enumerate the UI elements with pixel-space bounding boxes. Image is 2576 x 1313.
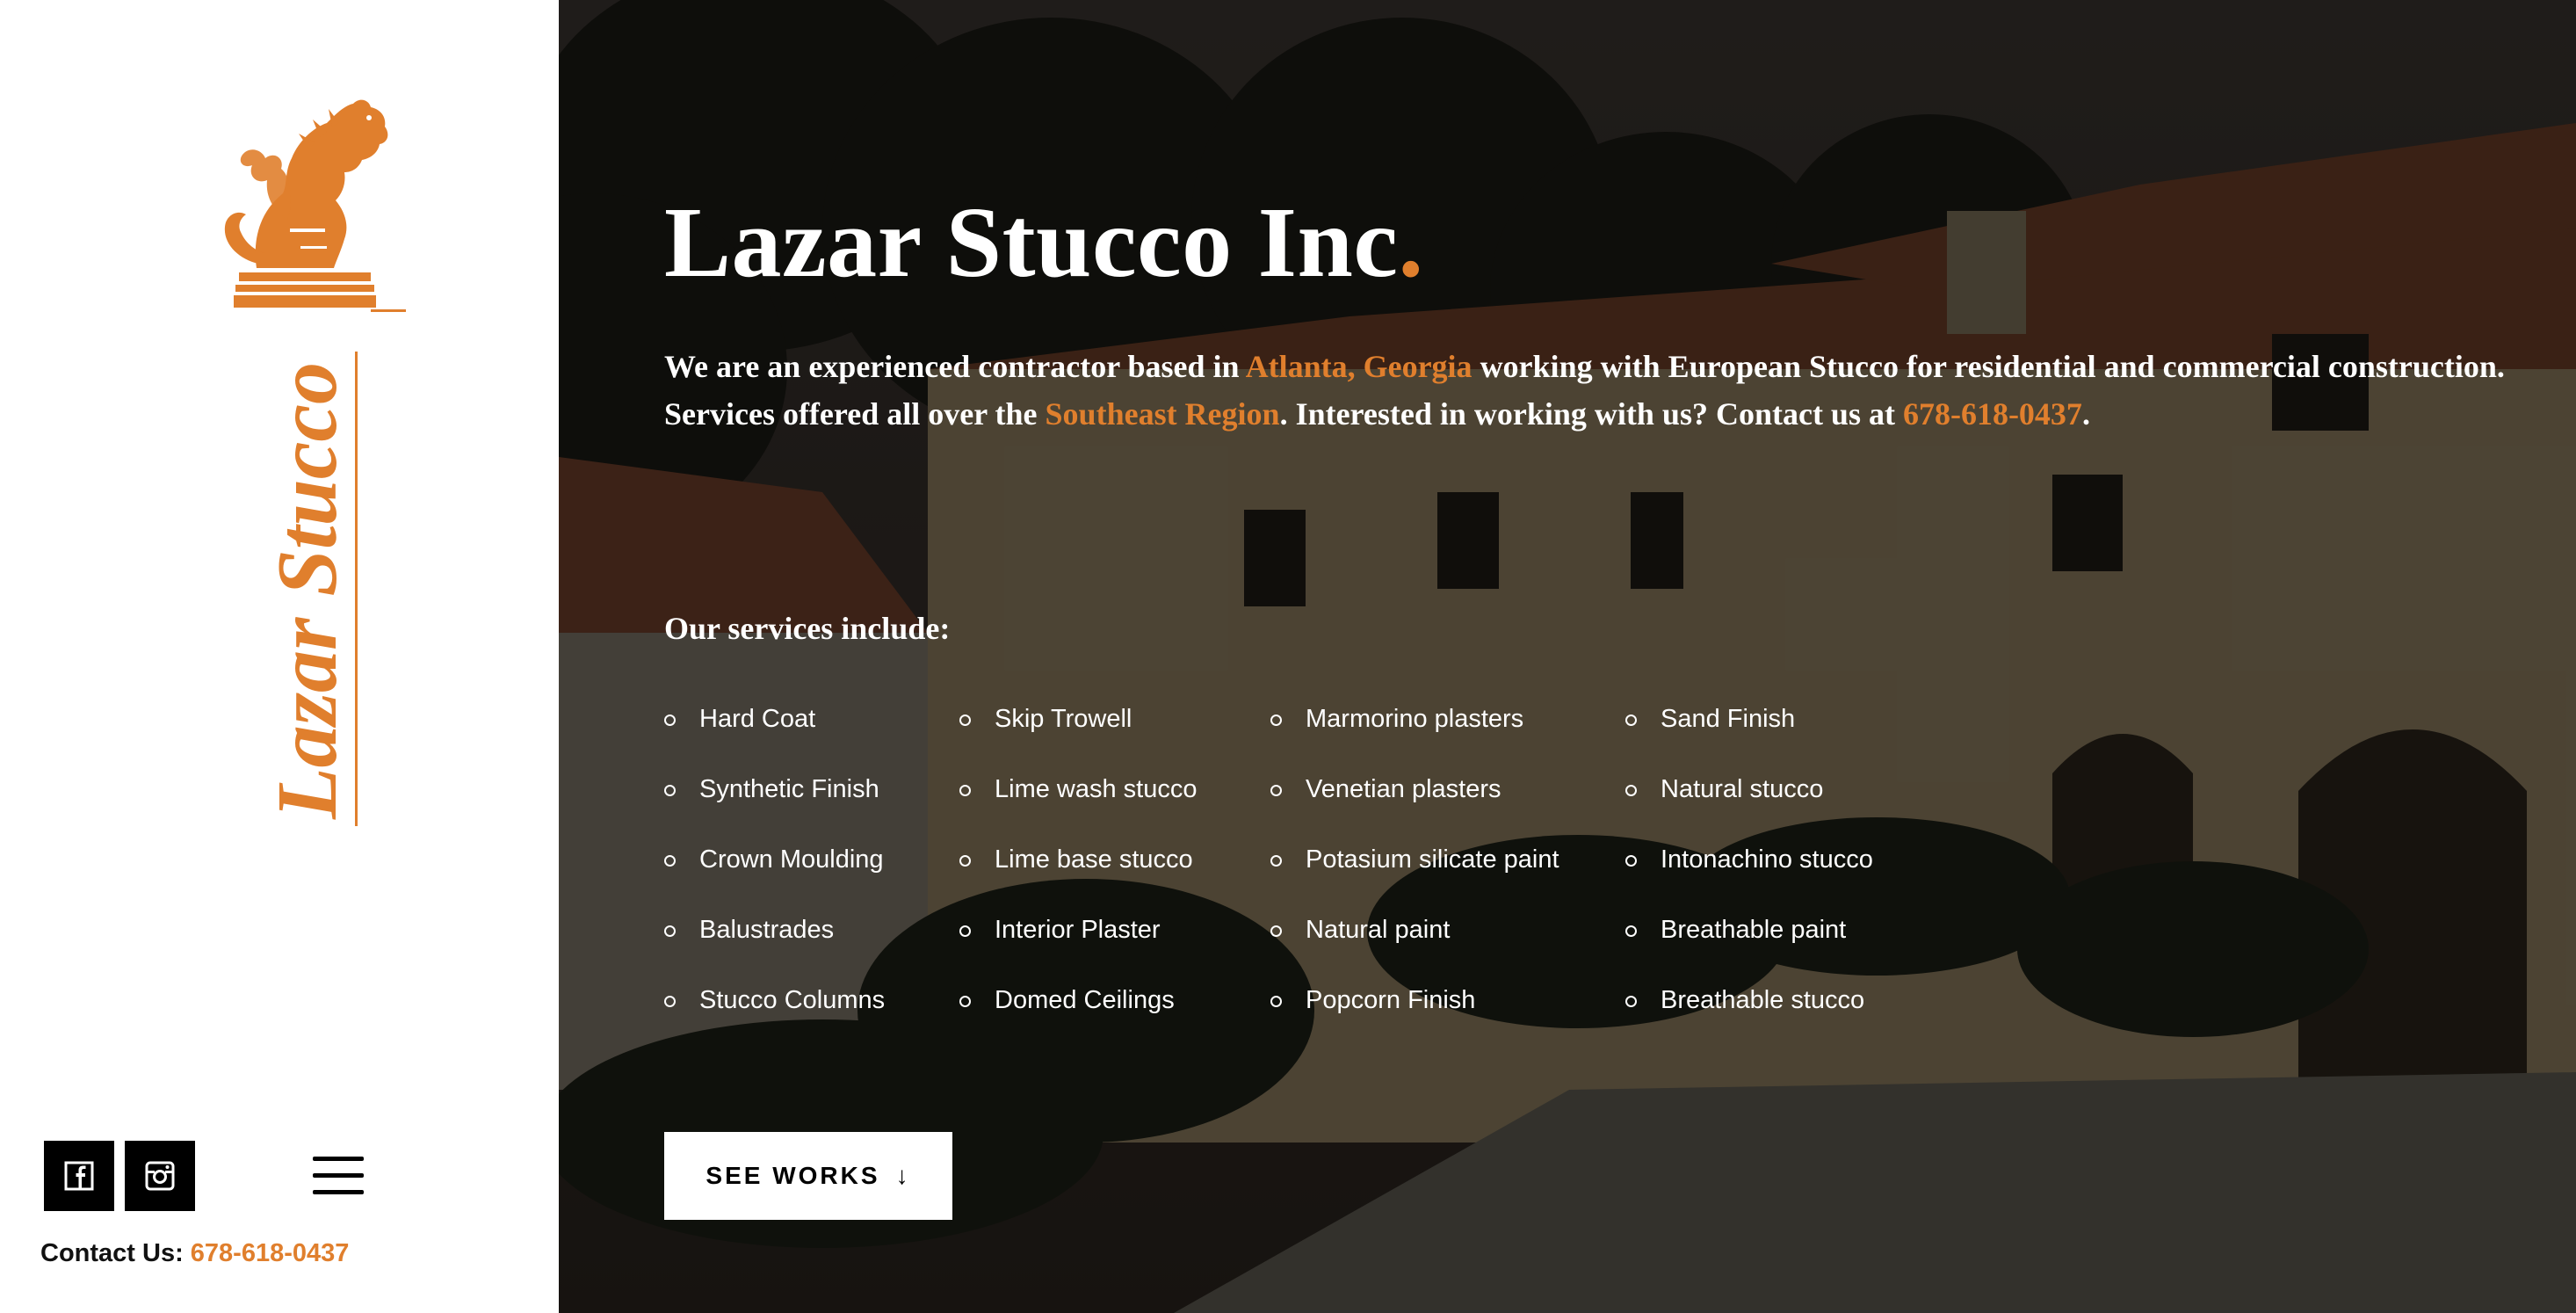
see-works-label: SEE WORKS — [706, 1162, 880, 1189]
services-heading: Our services include: — [664, 611, 951, 646]
intro-line-2: Services offered all over the Southeast … — [664, 396, 2090, 432]
list-item: Synthetic Finish — [664, 772, 885, 842]
services-list-column-2: Skip Trowell Lime wash stucco Lime base … — [959, 701, 1198, 1053]
services-list-column-3: Marmorino plasters Venetian plasters Pot… — [1270, 701, 1559, 1053]
facebook-icon — [64, 1161, 94, 1191]
page-title: Lazar Stucco Inc. — [664, 186, 1424, 298]
list-item: Crown Moulding — [664, 842, 885, 912]
list-item: Domed Ceilings — [959, 983, 1198, 1053]
hero-section: Lazar Stucco Inc. We are an experienced … — [559, 0, 2576, 1313]
list-item: Venetian plasters — [1270, 772, 1559, 842]
list-item: Balustrades — [664, 912, 885, 983]
list-item: Stucco Columns — [664, 983, 885, 1053]
arrow-down-icon: ↓ — [895, 1162, 911, 1189]
list-item: Potasium silicate paint — [1270, 842, 1559, 912]
list-item: Lime wash stucco — [959, 772, 1198, 842]
list-item: Lime base stucco — [959, 842, 1198, 912]
see-works-button[interactable]: SEE WORKS ↓ — [664, 1132, 952, 1220]
list-item: Marmorino plasters — [1270, 701, 1559, 772]
list-item: Intonachino stucco — [1625, 842, 1873, 912]
intro-phone-link[interactable]: 678-618-0437 — [1903, 396, 2082, 432]
list-item: Breathable paint — [1625, 912, 1873, 983]
sidebar: Lazar Stucco Contact Us: 678-618-0437 — [0, 0, 559, 1313]
title-accent-dot: . — [1398, 186, 1424, 298]
griffin-logo-icon — [224, 99, 406, 312]
list-item: Skip Trowell — [959, 701, 1198, 772]
contact-label: Contact Us: — [40, 1239, 184, 1267]
intro-line-1: We are an experienced contractor based i… — [664, 349, 2505, 384]
svg-text:Lazar Stucco: Lazar Stucco — [260, 362, 355, 820]
instagram-button[interactable] — [125, 1141, 195, 1211]
list-item: Natural stucco — [1625, 772, 1873, 842]
contact-phone-link[interactable]: 678-618-0437 — [191, 1239, 350, 1267]
list-item: Popcorn Finish — [1270, 983, 1559, 1053]
list-item: Breathable stucco — [1625, 983, 1873, 1053]
lazar-stucco-wordmark-logo: Lazar Stucco — [260, 352, 358, 826]
sidebar-contact: Contact Us: 678-618-0437 — [40, 1239, 349, 1268]
instagram-icon — [145, 1161, 175, 1191]
location-highlight: Atlanta, Georgia — [1245, 349, 1473, 384]
facebook-button[interactable] — [44, 1141, 114, 1211]
hamburger-menu-icon — [313, 1157, 364, 1161]
hamburger-menu-button[interactable] — [313, 1157, 364, 1195]
list-item: Hard Coat — [664, 701, 885, 772]
region-highlight: Southeast Region — [1045, 396, 1280, 432]
list-item: Sand Finish — [1625, 701, 1873, 772]
services-list-column-4: Sand Finish Natural stucco Intonachino s… — [1625, 701, 1873, 1053]
services-list-column-1: Hard Coat Synthetic Finish Crown Mouldin… — [664, 701, 885, 1053]
intro-paragraph: We are an experienced contractor based i… — [664, 343, 2509, 438]
list-item: Natural paint — [1270, 912, 1559, 983]
list-item: Interior Plaster — [959, 912, 1198, 983]
